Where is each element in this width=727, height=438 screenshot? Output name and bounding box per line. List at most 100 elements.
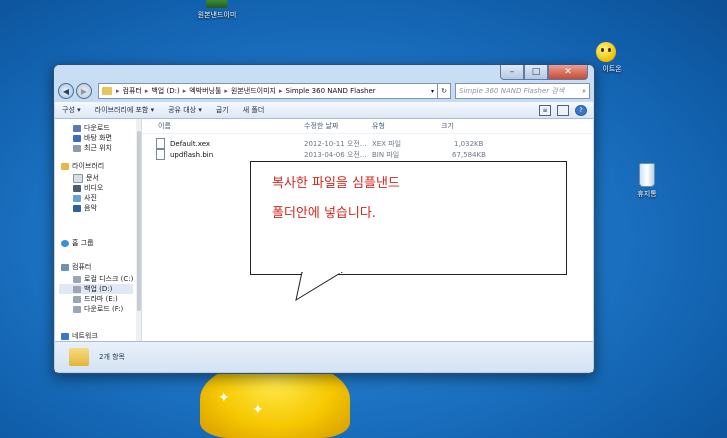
- folder-icon: [102, 87, 112, 95]
- recycle-bin-icon: [639, 163, 655, 187]
- preview-pane-icon[interactable]: [557, 104, 569, 116]
- share-button[interactable]: 공유 대상 ▾: [161, 105, 209, 115]
- documents-icon: [73, 173, 83, 183]
- file-row[interactable]: Default.xex 2012-10-11 오전... XEX 파일 1,03…: [156, 138, 483, 149]
- nav-item-homegroup[interactable]: 홈 그룹: [61, 238, 94, 248]
- chevron-right-icon: ▸: [224, 87, 228, 95]
- file-icon: [156, 149, 165, 160]
- file-name: Default.xex: [170, 139, 211, 148]
- nav-item-drive-c[interactable]: 로컬 디스크 (C:): [73, 274, 133, 284]
- breadcrumb-xbox-tools[interactable]: 엑박버닝툴: [189, 86, 221, 96]
- file-size: 1,032KB: [454, 139, 484, 148]
- search-placeholder: Simple 360 NAND Flasher 검색: [459, 87, 565, 95]
- column-header-modified[interactable]: 수정한 날짜: [304, 121, 338, 131]
- callout-line-2: 폴더안에 넣습니다.: [272, 206, 376, 221]
- file-row[interactable]: updflash.bin 2013-04-06 오전... BIN 파일 67,…: [156, 149, 486, 160]
- breadcrumb-computer[interactable]: 컴퓨터: [123, 86, 142, 96]
- drive-icon: [73, 285, 81, 293]
- column-header-name[interactable]: 이름: [158, 121, 171, 131]
- music-icon: [73, 204, 81, 212]
- nav-item-label: 로컬 디스크 (C:): [84, 275, 134, 283]
- minimize-button[interactable]: –: [500, 65, 524, 80]
- nav-item-computer[interactable]: 컴퓨터: [61, 262, 91, 272]
- details-pane: 2개 항목: [55, 341, 593, 372]
- folder-icon: [69, 348, 89, 366]
- nav-item-label: 사진: [84, 194, 97, 202]
- nav-item-label: 음악: [84, 204, 97, 212]
- desktop-icon-label: 휴지통: [637, 190, 657, 198]
- search-icon: ⌕: [582, 86, 586, 95]
- library-icon: [61, 162, 69, 170]
- nav-item-drive-d[interactable]: 백업 (D:): [59, 284, 133, 294]
- nav-item-pictures[interactable]: 사진: [73, 193, 103, 203]
- desktop-icon-recycle-bin[interactable]: 휴지통: [627, 163, 667, 199]
- program-icon: [206, 0, 228, 8]
- nav-item-label: 컴퓨터: [72, 263, 92, 271]
- nav-item-music[interactable]: 음악: [73, 203, 103, 213]
- drive-icon: [73, 305, 81, 313]
- address-bar[interactable]: ▸ 컴퓨터 ▸ 백업 (D:) ▸ 엑박버닝툴 ▸ 원본낸드이미지 ▸ Simp…: [98, 83, 438, 99]
- nav-item-label: 드라마 (E:): [84, 295, 118, 303]
- nav-item-documents[interactable]: 문서: [73, 173, 103, 183]
- sparkle-icon: ✦: [218, 390, 230, 406]
- forward-button[interactable]: ▶: [76, 83, 92, 99]
- search-input[interactable]: Simple 360 NAND Flasher 검색 ⌕: [455, 83, 590, 99]
- back-button[interactable]: ◀: [58, 83, 74, 99]
- view-options-icon[interactable]: ≡: [539, 104, 551, 116]
- close-button[interactable]: ✕: [548, 65, 588, 80]
- pictures-icon: [73, 194, 81, 202]
- help-icon[interactable]: ?: [575, 104, 587, 116]
- breadcrumb-current-folder[interactable]: Simple 360 NAND Flasher: [286, 87, 376, 95]
- nav-item-drive-e[interactable]: 드라마 (E:): [73, 294, 133, 304]
- videos-icon: [73, 184, 81, 192]
- drive-icon: [73, 275, 81, 283]
- file-type: XEX 파일: [372, 139, 402, 148]
- file-icon: [156, 138, 165, 149]
- file-size: 67,584KB: [452, 150, 486, 159]
- nav-item-label: 문서: [86, 174, 99, 182]
- recent-places-icon: [73, 144, 81, 152]
- computer-icon: [61, 263, 69, 271]
- network-icon: [61, 332, 69, 340]
- desktop-icon: [73, 134, 81, 142]
- file-name: updflash.bin: [170, 150, 214, 159]
- chevron-right-icon: ▸: [279, 87, 283, 95]
- column-headers: 이름 수정한 날짜 유형 크기: [142, 119, 593, 134]
- nav-item-libraries[interactable]: 라이브러리: [61, 161, 104, 171]
- nav-item-network[interactable]: 네트워크: [61, 331, 98, 341]
- nav-item-label: 바탕 화면: [84, 134, 112, 142]
- download-folder-icon: [73, 124, 81, 132]
- nav-item-desktop[interactable]: 바탕 화면: [73, 133, 112, 143]
- drive-icon: [73, 295, 81, 303]
- chevron-down-icon[interactable]: ▾: [431, 88, 434, 95]
- nav-scroll-thumb[interactable]: [137, 131, 141, 311]
- callout-tail: [295, 272, 343, 302]
- include-library-button[interactable]: 라이브러리에 포함 ▾: [88, 105, 161, 115]
- callout-line-1: 복사한 파일을 심플낸드: [272, 176, 400, 191]
- sparkle-icon: ✦: [252, 402, 264, 418]
- burn-button[interactable]: 굽기: [209, 105, 236, 115]
- organize-button[interactable]: 구성 ▾: [55, 105, 88, 115]
- window-controls: – □ ✕: [500, 65, 588, 80]
- new-folder-button[interactable]: 새 폴더: [236, 105, 272, 115]
- desktop-icon-label: 이트온: [602, 65, 622, 73]
- desktop-icon-label: 원본낸드이미: [197, 11, 237, 19]
- refresh-icon: ↻: [441, 87, 447, 95]
- file-modified: 2013-04-06 오전...: [304, 150, 367, 159]
- desktop-icon-nand-image[interactable]: 원본낸드이미: [192, 0, 242, 20]
- column-header-type[interactable]: 유형: [372, 121, 385, 131]
- breadcrumb-nand-image[interactable]: 원본낸드이미지: [231, 86, 276, 96]
- nav-item-videos[interactable]: 비디오: [73, 183, 103, 193]
- nav-item-label: 네트워크: [72, 332, 98, 340]
- maximize-button[interactable]: □: [524, 65, 548, 80]
- nav-item-label: 최근 위치: [84, 144, 112, 152]
- nav-item-drive-f[interactable]: 다운로드 (F:): [73, 304, 133, 314]
- breadcrumb-drive-d[interactable]: 백업 (D:): [151, 86, 179, 96]
- column-header-size[interactable]: 크기: [441, 121, 454, 131]
- nav-item-label: 비디오: [84, 184, 104, 192]
- nav-item-label: 다운로드 (F:): [84, 305, 124, 313]
- nav-item-recent[interactable]: 최근 위치: [73, 143, 112, 153]
- refresh-button[interactable]: ↻: [438, 83, 451, 99]
- nav-item-downloads[interactable]: 다운로드: [73, 123, 112, 133]
- item-count: 2개 항목: [99, 353, 125, 361]
